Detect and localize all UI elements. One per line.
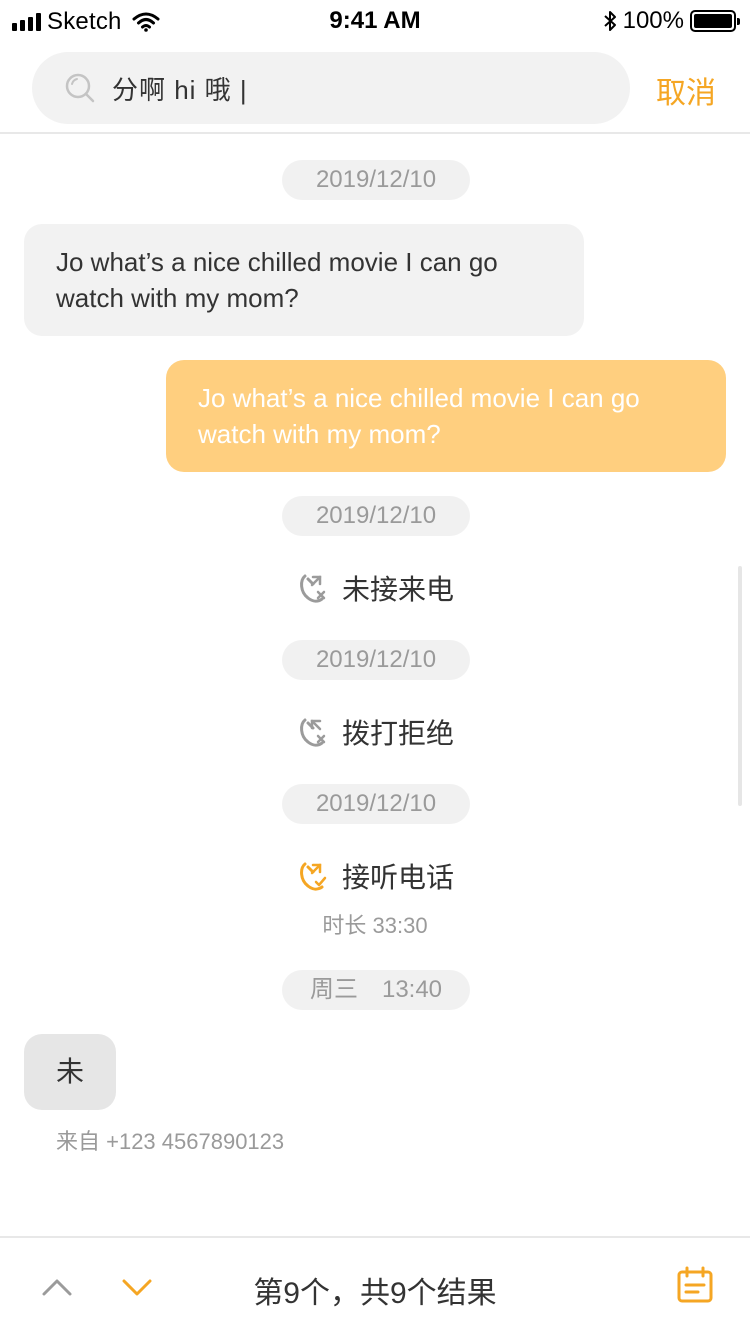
missed-call-icon (296, 572, 328, 604)
date-pill: 2019/12/10 (282, 784, 470, 824)
incoming-message-bubble[interactable]: 未 (24, 1034, 116, 1110)
date-pill: 2019/12/10 (282, 640, 470, 680)
call-record-missed[interactable]: 未接来电 (0, 568, 750, 608)
date-pill: 2019/12/10 (282, 160, 470, 200)
outgoing-message-bubble[interactable]: Jo what’s a nice chilled movie I can go … (166, 360, 726, 472)
search-icon (65, 73, 95, 103)
call-record-declined[interactable]: 拨打拒绝 (0, 712, 750, 752)
message-source: 来自 +123 4567890123 (56, 1129, 285, 1154)
call-record-label: 未接来电 (341, 574, 454, 605)
calendar-icon[interactable] (676, 1266, 714, 1304)
search-input[interactable] (110, 71, 574, 105)
date-pill: 2019/12/10 (282, 496, 470, 536)
chat-area[interactable]: 2019/12/10 Jo what’s a nice chilled movi… (0, 134, 750, 1236)
result-counter: 第9个，共9个结果 (253, 1277, 497, 1310)
call-record-label: 接听电话 (341, 862, 454, 893)
search-header: 取消 (0, 42, 750, 134)
result-navigation-bar: 第9个，共9个结果 (0, 1236, 750, 1334)
call-record-label: 拨打拒绝 (341, 718, 454, 749)
chat-search-screen: Sketch 9:41 AM 100% 取消 (0, 0, 750, 1334)
status-bar: Sketch 9:41 AM 100% (0, 0, 750, 42)
call-duration: 时长 33:30 (322, 913, 428, 938)
bluetooth-icon (603, 11, 616, 31)
declined-call-icon (296, 716, 328, 748)
incoming-message-bubble[interactable]: Jo what’s a nice chilled movie I can go … (24, 224, 584, 336)
status-right: 100% (603, 7, 740, 35)
search-box[interactable] (32, 52, 630, 124)
call-record-answered[interactable]: 接听电话 (0, 856, 750, 896)
scrollbar[interactable] (738, 566, 742, 806)
battery-icon (690, 10, 740, 32)
date-pill: 周三 13:40 (282, 970, 470, 1010)
cancel-button[interactable]: 取消 (656, 68, 716, 112)
answered-call-icon (296, 860, 328, 892)
battery-percent: 100% (622, 7, 684, 34)
